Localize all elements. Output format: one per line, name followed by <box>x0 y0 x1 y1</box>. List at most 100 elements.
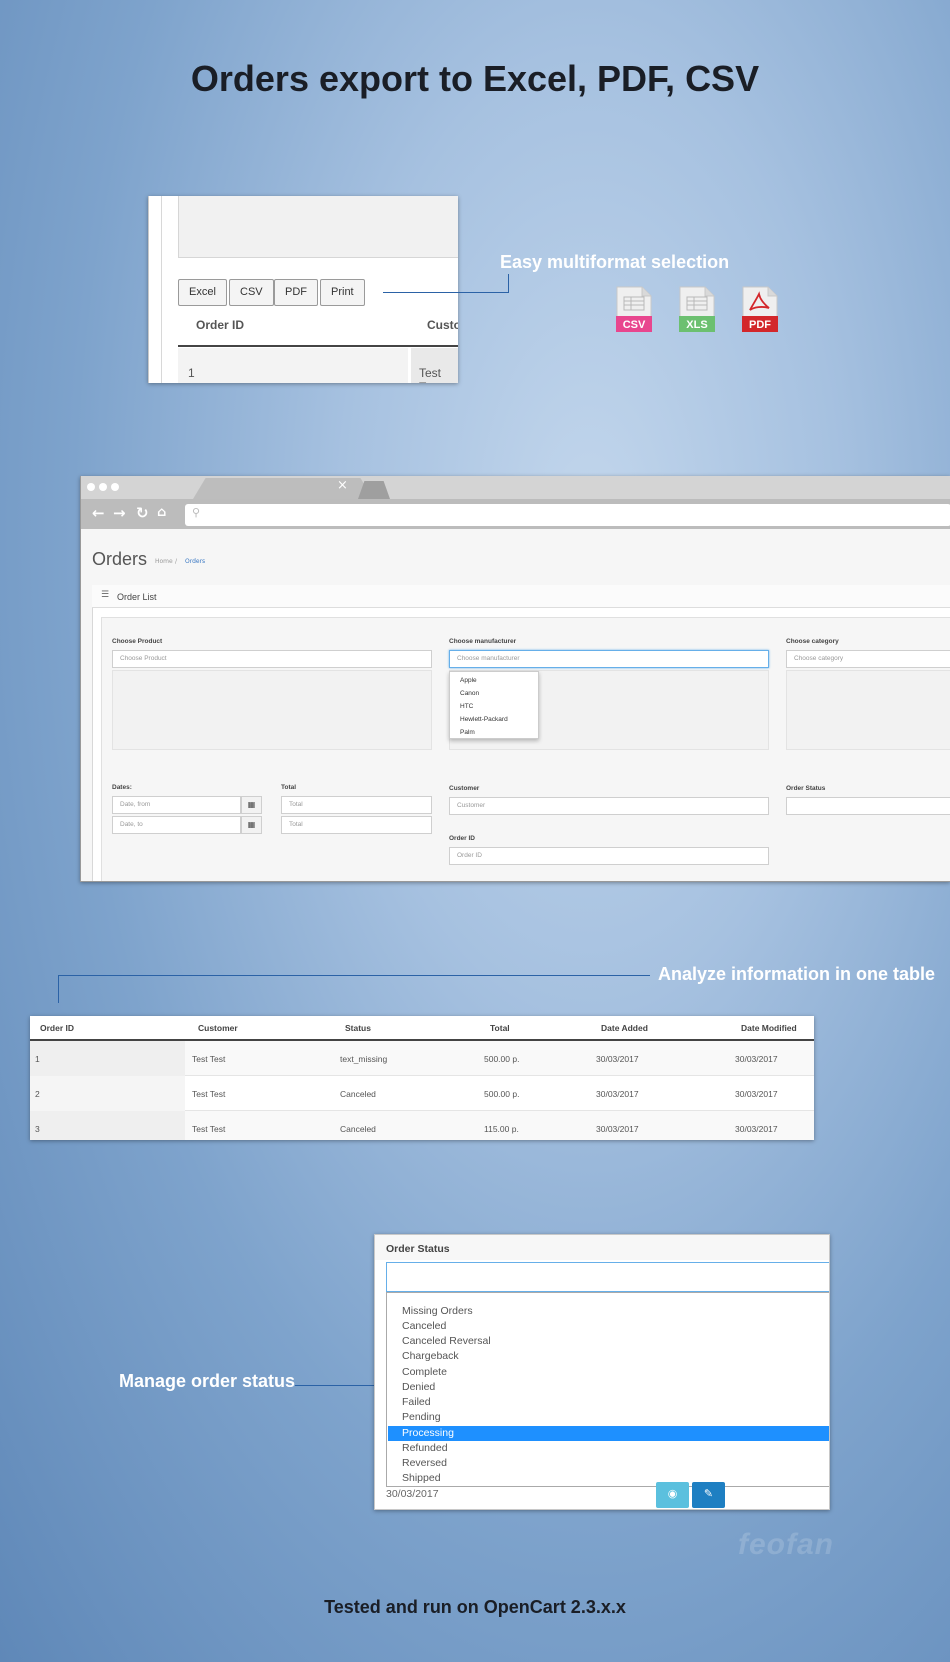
order-date: 30/03/2017 <box>386 1488 439 1500</box>
order-status-select[interactable] <box>786 797 950 815</box>
cell-status: Canceled <box>340 1124 376 1134</box>
pdf-file-icon: PDF <box>742 286 778 332</box>
status-option[interactable]: Reversed <box>402 1457 447 1469</box>
callout-line <box>58 975 650 976</box>
cell-customer: Test Test <box>192 1054 226 1064</box>
cell-date-modified: 30/03/2017 <box>735 1089 778 1099</box>
window-dot-icon[interactable] <box>99 483 107 491</box>
view-button[interactable]: ◉ <box>656 1482 689 1508</box>
customer-input[interactable]: Customer <box>449 797 769 815</box>
category-input[interactable]: Choose category <box>786 650 950 668</box>
breadcrumb-separator: / <box>175 558 178 565</box>
manufacturer-input[interactable]: Choose manufacturer <box>449 650 769 668</box>
forward-icon[interactable]: → <box>113 504 126 522</box>
order-id-input[interactable]: Order ID <box>449 847 769 865</box>
table-row[interactable]: 2 Test Test Canceled 500.00 p. 30/03/201… <box>30 1076 814 1111</box>
xls-icon-label: XLS <box>686 319 707 331</box>
cell-bg <box>30 1076 185 1111</box>
column-header[interactable]: Date Modified <box>741 1023 797 1033</box>
dropdown-option[interactable]: Apple <box>460 677 477 684</box>
status-option[interactable]: Canceled Reversal <box>402 1335 491 1347</box>
cell-order-id: 2 <box>35 1089 40 1099</box>
cell-date-added: 30/03/2017 <box>596 1054 639 1064</box>
table-row[interactable]: 1 Test Test text_missing 500.00 p. 30/03… <box>30 1041 814 1076</box>
breadcrumb-orders[interactable]: Orders <box>185 558 205 565</box>
window-dot-icon[interactable] <box>87 483 95 491</box>
header-divider <box>178 345 458 347</box>
column-header[interactable]: Status <box>345 1023 371 1033</box>
search-icon: ⚲ <box>192 506 201 519</box>
cell-status: text_missing <box>340 1054 388 1064</box>
order-status-select[interactable] <box>386 1262 829 1292</box>
cell-date-modified: 30/03/2017 <box>735 1054 778 1064</box>
csv-button[interactable]: CSV <box>229 279 274 306</box>
breadcrumb-home[interactable]: Home <box>155 558 173 565</box>
dropdown-option[interactable]: Palm <box>460 729 475 736</box>
product-list[interactable] <box>112 670 432 750</box>
order-id-label: Order ID <box>449 835 476 842</box>
home-icon[interactable]: ⌂ <box>157 505 166 520</box>
pdf-icon-label: PDF <box>749 319 771 331</box>
category-list[interactable] <box>786 670 950 750</box>
dropdown-option[interactable]: HTC <box>460 703 473 710</box>
watermark-logo: feofan <box>738 1528 834 1561</box>
column-header[interactable]: Date Added <box>601 1023 648 1033</box>
close-icon[interactable]: × <box>337 478 348 493</box>
dropdown-option[interactable]: Hewlett-Packard <box>460 716 508 723</box>
browser-window: × ← → ↻ ⌂ ⚲ Orders Home / Orders ☰ Order… <box>80 476 950 882</box>
print-button[interactable]: Print <box>320 279 365 306</box>
status-dropdown: Missing Orders Canceled Canceled Reversa… <box>386 1292 829 1487</box>
page-title: Orders export to Excel, PDF, CSV <box>190 58 760 99</box>
column-header[interactable]: Total <box>490 1023 510 1033</box>
status-option[interactable]: Missing Orders <box>402 1305 473 1317</box>
status-option[interactable]: Failed <box>402 1396 431 1408</box>
eye-icon: ◉ <box>667 1487 678 1500</box>
address-bar[interactable] <box>185 504 950 526</box>
pdf-button[interactable]: PDF <box>274 279 318 306</box>
calendar-icon[interactable]: ▦ <box>241 796 262 814</box>
cell-bg <box>30 1041 185 1076</box>
calendar-icon[interactable]: ▦ <box>241 816 262 834</box>
status-option[interactable]: Denied <box>402 1381 435 1393</box>
status-option[interactable]: Pending <box>402 1411 441 1423</box>
total-from-input[interactable]: Total <box>281 796 432 814</box>
column-header[interactable]: Customer <box>198 1023 238 1033</box>
footer-note: Tested and run on OpenCart 2.3.x.x <box>324 1597 626 1617</box>
status-option[interactable]: Refunded <box>402 1442 448 1454</box>
cell-order-id: 3 <box>35 1124 40 1134</box>
orders-heading: Orders <box>92 549 148 569</box>
status-option[interactable]: Complete <box>402 1366 447 1378</box>
cell-customer: Test Test <box>192 1089 226 1099</box>
callout-line <box>383 292 509 293</box>
xls-file-icon: XLS <box>679 286 715 332</box>
list-icon: ☰ <box>101 590 110 600</box>
column-header[interactable]: Order ID <box>40 1023 74 1033</box>
window-dot-icon[interactable] <box>111 483 119 491</box>
order-status-label: Order Status <box>786 785 826 792</box>
column-header-order-id: Order ID <box>196 318 245 332</box>
total-label: Total <box>281 784 297 791</box>
cell-order-id: 1 <box>35 1054 40 1064</box>
status-option[interactable]: Shipped <box>402 1472 441 1484</box>
dropdown-option[interactable]: Canon <box>460 690 479 697</box>
product-input[interactable]: Choose Product <box>112 650 432 668</box>
cell-date-added: 30/03/2017 <box>596 1089 639 1099</box>
callout-analyze: Analyze information in one table <box>658 964 936 984</box>
status-option[interactable]: Chargeback <box>402 1350 459 1362</box>
excel-button[interactable]: Excel <box>178 279 227 306</box>
back-icon[interactable]: ← <box>92 504 105 522</box>
edit-button[interactable]: ✎ <box>692 1482 725 1508</box>
table-row[interactable]: 3 Test Test Canceled 115.00 p. 30/03/201… <box>30 1111 814 1140</box>
date-to-input[interactable]: Date, to <box>112 816 241 834</box>
callout-manage-status: Manage order status <box>119 1371 296 1391</box>
date-from-input[interactable]: Date, from <box>112 796 241 814</box>
status-option[interactable]: Canceled <box>402 1320 446 1332</box>
panel-header <box>92 585 950 608</box>
cell-date-added: 30/03/2017 <box>596 1124 639 1134</box>
filter-area <box>178 196 458 258</box>
reload-icon[interactable]: ↻ <box>136 504 149 522</box>
manufacturer-label: Choose manufacturer <box>449 638 517 645</box>
status-option-selected[interactable]: Processing <box>402 1427 454 1439</box>
cell-total: 115.00 p. <box>484 1124 519 1134</box>
total-to-input[interactable]: Total <box>281 816 432 834</box>
